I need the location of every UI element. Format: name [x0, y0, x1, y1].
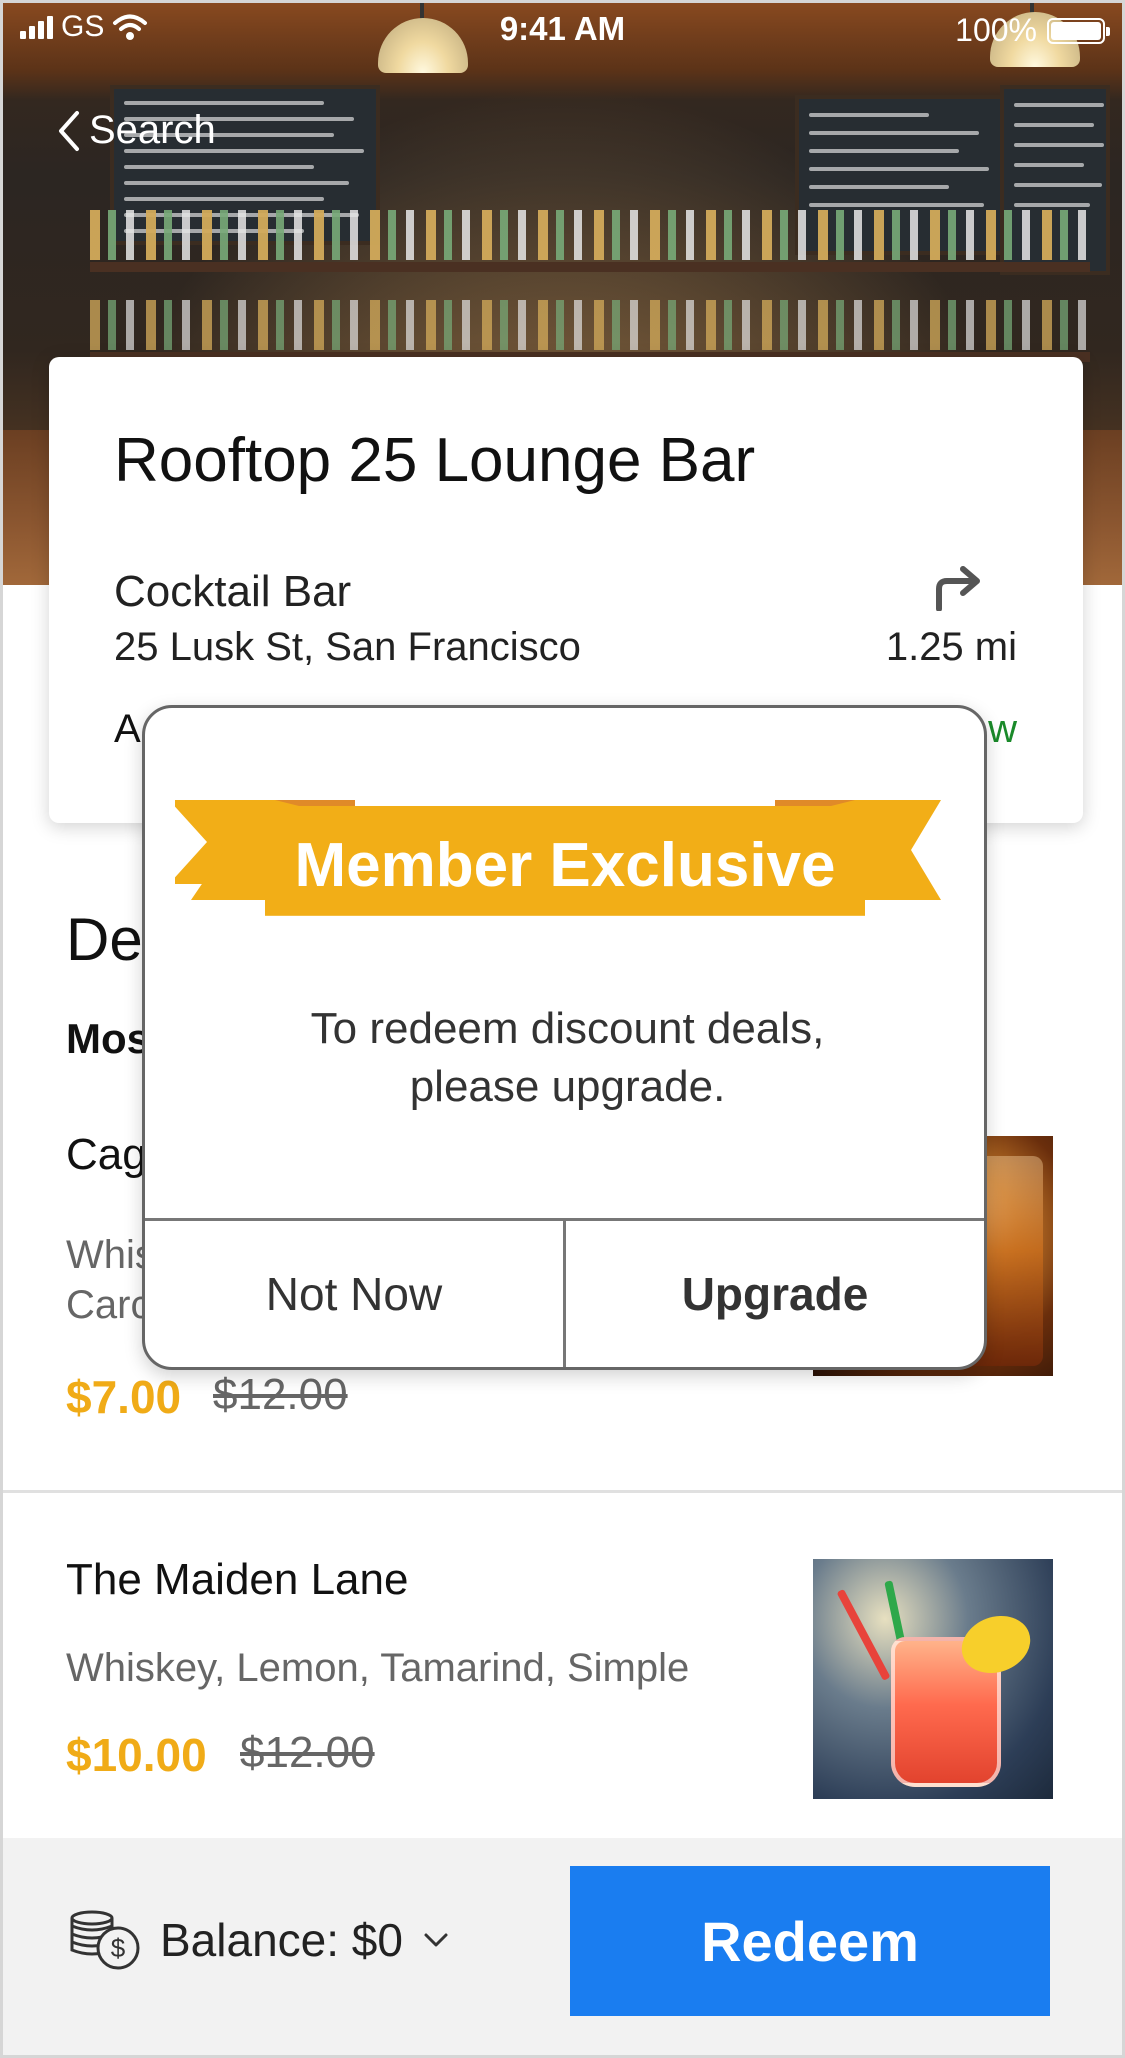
upgrade-button[interactable]: Upgrade	[563, 1221, 984, 1367]
balance-label: Balance: $0	[160, 1914, 403, 1966]
deal-description: Whiskey, Lemon, Tamarind, Simple	[66, 1646, 690, 1690]
deals-subheading: Mos	[66, 1015, 150, 1062]
deal-original-price: $12.00	[213, 1370, 348, 1419]
redeem-button[interactable]: Redeem	[570, 1866, 1050, 2016]
deal-price: $10.00	[66, 1729, 207, 1781]
venue-open-status: w	[988, 707, 1017, 751]
battery-percent: 100%	[955, 12, 1037, 48]
venue-name: Rooftop 25 Lounge Bar	[114, 426, 756, 495]
deal-price: $7.00	[66, 1371, 182, 1423]
deal-name: The Maiden Lane	[66, 1555, 409, 1604]
dialog-message: To redeem discount deals, please upgrade…	[310, 1004, 825, 1111]
battery-icon	[1047, 17, 1110, 44]
svg-text:$: $	[111, 1933, 126, 1963]
dialog-actions: Not Now Upgrade	[145, 1218, 984, 1367]
deal-name: Cag	[66, 1130, 147, 1179]
balance-selector[interactable]: $ Balance: $0	[66, 1908, 449, 1972]
ribbon-title: Member Exclusive	[294, 831, 836, 900]
venue-distance: 1.25 mi	[885, 625, 1017, 669]
member-exclusive-dialog: Member Exclusive To redeem discount deal…	[142, 705, 987, 1370]
deal-item[interactable]: The Maiden Lane Whiskey, Lemon, Tamarind…	[0, 1490, 1125, 1835]
venue-address: 25 Lusk St, San Francisco	[114, 625, 581, 669]
deals-heading: De	[66, 906, 143, 973]
coins-icon: $	[70, 1910, 140, 1970]
ribbon-banner: Member Exclusive	[175, 780, 955, 940]
cocktail-jar-image	[813, 1559, 1053, 1799]
deal-original-price: $12.00	[240, 1728, 375, 1777]
back-button[interactable]: Search	[55, 108, 216, 153]
not-now-button[interactable]: Not Now	[145, 1221, 563, 1367]
venue-type: Cocktail Bar	[114, 567, 352, 616]
status-bar: GS 9:41 AM 100%	[0, 0, 1125, 60]
chevron-left-icon	[59, 110, 79, 151]
venue-hours-label: A	[114, 707, 141, 751]
turn-right-arrow-icon[interactable]	[931, 565, 983, 611]
bottom-action-bar: $ Balance: $0 Redeem	[0, 1838, 1125, 2058]
chevron-down-icon	[424, 1933, 448, 1947]
back-label: Search	[89, 108, 216, 152]
